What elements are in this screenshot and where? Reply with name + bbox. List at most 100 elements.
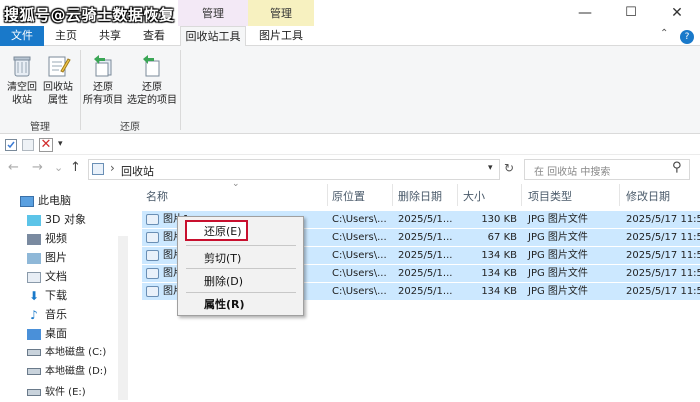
- restore-all-button[interactable]: 还原 所有项目: [82, 52, 124, 107]
- tab-share[interactable]: 共享: [88, 26, 132, 46]
- back-icon[interactable]: ←: [8, 160, 19, 175]
- empty-recycle-bin-label-1: 清空回: [7, 82, 37, 93]
- recycle-bin-properties-label-2: 属性: [48, 95, 68, 106]
- sidebar-item-label: 本地磁盘 (C:): [45, 347, 107, 358]
- column-name[interactable]: 名称: [146, 188, 168, 204]
- desktop-icon: [27, 328, 41, 340]
- restore-all-icon: [90, 52, 116, 78]
- menu-separator: [186, 245, 296, 246]
- menu-separator: [186, 292, 296, 293]
- file-location: C:\Users\...: [332, 250, 387, 261]
- recycle-bin-properties-button[interactable]: 回收站 属性: [40, 52, 76, 107]
- file-size: 67 KB: [487, 232, 517, 243]
- sidebar-item-documents[interactable]: 文档: [27, 267, 67, 286]
- tab-home[interactable]: 主页: [44, 26, 88, 46]
- file-deleted: 2025/5/1...: [398, 286, 453, 297]
- qat-dropdown-icon[interactable]: ▾: [58, 139, 63, 149]
- file-size: 130 KB: [481, 214, 517, 225]
- column-original-location[interactable]: 原位置: [332, 188, 365, 204]
- sort-indicator-icon: ⌄: [232, 179, 240, 189]
- collapse-ribbon-icon[interactable]: ⌃: [660, 28, 668, 39]
- 3d-objects-icon: [27, 214, 41, 226]
- empty-recycle-bin-label-2: 收站: [12, 95, 32, 106]
- up-icon[interactable]: ↑: [70, 160, 81, 175]
- sidebar-item-videos[interactable]: 视频: [27, 229, 67, 248]
- sidebar-item-drive-c[interactable]: 本地磁盘 (C:): [27, 343, 106, 362]
- image-file-icon: [146, 214, 159, 225]
- file-deleted: 2025/5/1...: [398, 232, 453, 243]
- sidebar-item-label: 软件 (E:): [45, 387, 86, 398]
- context-group-manage-recycle: 管理: [178, 0, 248, 26]
- video-icon: [27, 233, 41, 245]
- sidebar-item-music[interactable]: ♪ 音乐: [27, 305, 67, 324]
- group-label-restore: 还原: [120, 122, 140, 133]
- tab-view[interactable]: 查看: [132, 26, 176, 46]
- menu-item-properties[interactable]: 属性(R): [204, 296, 245, 312]
- file-location: C:\Users\...: [332, 268, 387, 279]
- close-button[interactable]: ✕: [654, 0, 700, 26]
- search-icon[interactable]: ⚲: [672, 160, 682, 175]
- restore-selected-label-2: 选定的项目: [127, 95, 177, 106]
- file-size: 134 KB: [481, 286, 517, 297]
- minimize-button[interactable]: —: [562, 0, 608, 26]
- sidebar-item-drive-d[interactable]: 本地磁盘 (D:): [27, 362, 107, 381]
- column-divider[interactable]: [457, 184, 458, 206]
- column-date-modified[interactable]: 修改日期: [626, 188, 670, 204]
- menu-item-restore[interactable]: 还原(E): [204, 223, 242, 239]
- column-size[interactable]: 大小: [463, 188, 485, 204]
- restore-selected-button[interactable]: 还原 选定的项目: [126, 52, 178, 107]
- search-placeholder: 在 回收站 中搜索: [534, 167, 611, 178]
- empty-recycle-bin-button[interactable]: 清空回 收站: [4, 52, 40, 107]
- forward-icon[interactable]: →: [32, 160, 43, 175]
- new-folder-qat-icon[interactable]: [22, 139, 34, 151]
- sidebar-item-pictures[interactable]: 图片: [27, 248, 67, 267]
- column-divider[interactable]: [521, 184, 522, 206]
- quick-access-toolbar: [0, 135, 700, 155]
- file-type: JPG 图片文件: [528, 286, 588, 297]
- help-icon[interactable]: ?: [680, 30, 694, 44]
- group-label-manage: 管理: [30, 122, 50, 133]
- sidebar-item-label: 桌面: [45, 327, 67, 340]
- restore-all-label-1: 还原: [93, 82, 113, 93]
- music-icon: ♪: [30, 307, 38, 322]
- file-deleted: 2025/5/1...: [398, 268, 453, 279]
- file-modified: 2025/5/17 11:59: [626, 286, 700, 297]
- tab-file[interactable]: 文件: [0, 26, 44, 46]
- sidebar-item-drive-e[interactable]: 软件 (E:): [27, 383, 86, 402]
- file-location: C:\Users\...: [332, 286, 387, 297]
- drive-icon: [27, 348, 41, 356]
- file-type: JPG 图片文件: [528, 250, 588, 261]
- sidebar-item-3d-objects[interactable]: 3D 对象: [27, 210, 86, 229]
- column-date-deleted[interactable]: 删除日期: [398, 188, 442, 204]
- menu-item-delete[interactable]: 删除(D): [204, 273, 243, 289]
- sidebar-scrollbar[interactable]: [118, 236, 128, 400]
- maximize-button[interactable]: ☐: [608, 0, 654, 26]
- sidebar-item-desktop[interactable]: 桌面: [27, 324, 67, 343]
- tab-picture-tools[interactable]: 图片工具: [250, 26, 312, 46]
- recent-locations-icon[interactable]: ⌄: [54, 161, 63, 174]
- empty-recycle-bin-icon: [9, 52, 35, 78]
- address-dropdown-icon[interactable]: ▾: [488, 163, 493, 173]
- breadcrumb-recycle-bin[interactable]: 回收站: [121, 163, 154, 179]
- restore-selected-label-1: 还原: [142, 82, 162, 93]
- column-item-type[interactable]: 项目类型: [528, 188, 572, 204]
- ribbon-separator: [180, 50, 181, 130]
- refresh-icon[interactable]: ↻: [504, 161, 514, 175]
- tab-recycle-bin-tools[interactable]: 回收站工具: [180, 26, 246, 47]
- sidebar-item-downloads[interactable]: ⬇ 下载: [27, 286, 67, 305]
- delete-qat-icon[interactable]: ✕: [39, 138, 53, 152]
- file-location: C:\Users\...: [332, 214, 387, 225]
- column-divider[interactable]: [619, 184, 620, 206]
- properties-qat-icon[interactable]: [5, 139, 17, 151]
- sidebar-item-label: 图片: [45, 251, 67, 264]
- recycle-bin-icon: [92, 163, 104, 175]
- menu-item-cut[interactable]: 剪切(T): [204, 250, 241, 266]
- column-divider[interactable]: [327, 184, 328, 206]
- column-divider[interactable]: [392, 184, 393, 206]
- sidebar-item-label: 3D 对象: [45, 213, 86, 226]
- restore-all-label-2: 所有项目: [83, 95, 123, 106]
- recycle-bin-properties-label-1: 回收站: [43, 82, 73, 93]
- drive-icon: [27, 388, 41, 396]
- sidebar-item-this-pc[interactable]: 此电脑: [20, 191, 71, 210]
- file-modified: 2025/5/17 11:59: [626, 232, 700, 243]
